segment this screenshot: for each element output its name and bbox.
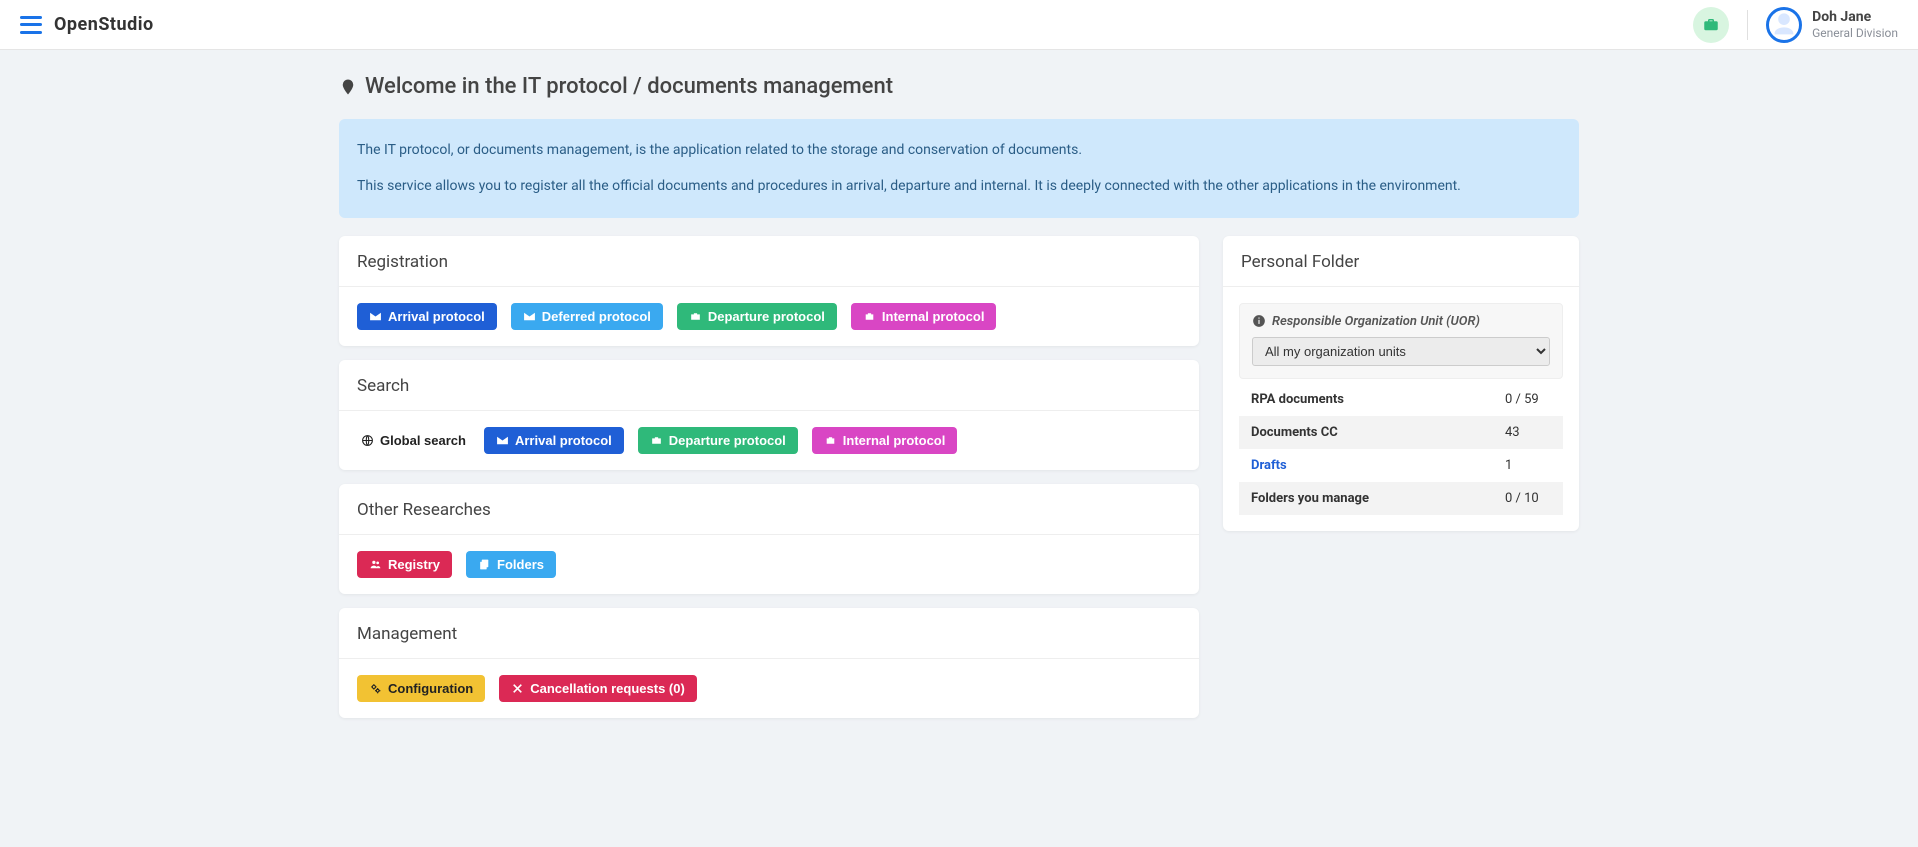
table-row[interactable]: RPA documents 0 / 59 xyxy=(1239,383,1563,416)
users-icon xyxy=(369,558,382,571)
search-arrival-button[interactable]: Arrival protocol xyxy=(484,427,624,454)
registration-deferred-button[interactable]: Deferred protocol xyxy=(511,303,663,330)
info-line-1: The IT protocol, or documents management… xyxy=(357,139,1561,161)
card-personal-folder-body: Responsible Organization Unit (UOR) All … xyxy=(1223,287,1579,531)
registration-internal-button[interactable]: Internal protocol xyxy=(851,303,997,330)
stat-label-link: Drafts xyxy=(1239,449,1493,482)
pin-icon xyxy=(339,76,357,98)
stat-label: Documents CC xyxy=(1239,416,1493,449)
management-cancellation-label: Cancellation requests (0) xyxy=(530,682,685,695)
uor-label: Responsible Organization Unit (UOR) xyxy=(1252,314,1550,329)
module-icon[interactable] xyxy=(1693,7,1729,43)
other-registry-label: Registry xyxy=(388,558,440,571)
page: Welcome in the IT protocol / documents m… xyxy=(339,50,1579,772)
globe-icon xyxy=(361,434,374,447)
search-global-button[interactable]: Global search xyxy=(357,427,470,454)
stat-value: 0 / 59 xyxy=(1493,383,1563,416)
suitcase-icon xyxy=(824,434,837,447)
registration-internal-label: Internal protocol xyxy=(882,310,985,323)
uor-label-text: Responsible Organization Unit (UOR) xyxy=(1272,314,1480,329)
stat-value: 0 / 10 xyxy=(1493,482,1563,515)
columns: Registration Arrival protocol Deferred p… xyxy=(339,236,1579,732)
search-global-label: Global search xyxy=(380,434,466,447)
stat-value: 1 xyxy=(1493,449,1563,482)
table-row[interactable]: Folders you manage 0 / 10 xyxy=(1239,482,1563,515)
card-search: Search Global search Arrival protocol De… xyxy=(339,360,1199,470)
page-title: Welcome in the IT protocol / documents m… xyxy=(339,74,1579,99)
info-banner: The IT protocol, or documents management… xyxy=(339,119,1579,218)
management-configuration-label: Configuration xyxy=(388,682,473,695)
topbar: OpenStudio Doh Jane General Division xyxy=(0,0,1918,50)
table-row[interactable]: Drafts 1 xyxy=(1239,449,1563,482)
card-management-title: Management xyxy=(339,608,1199,659)
card-registration-title: Registration xyxy=(339,236,1199,287)
envelope-icon xyxy=(369,310,382,323)
search-internal-label: Internal protocol xyxy=(843,434,946,447)
card-management: Management Configuration Cancellation re… xyxy=(339,608,1199,718)
topbar-right: Doh Jane General Division xyxy=(1693,7,1898,43)
topbar-left: OpenStudio xyxy=(20,14,154,35)
user-menu[interactable]: Doh Jane General Division xyxy=(1766,7,1898,43)
management-configuration-button[interactable]: Configuration xyxy=(357,675,485,702)
card-registration: Registration Arrival protocol Deferred p… xyxy=(339,236,1199,346)
envelope-icon xyxy=(496,434,509,447)
briefcase-icon xyxy=(689,310,702,323)
stat-value: 43 xyxy=(1493,416,1563,449)
card-registration-body: Arrival protocol Deferred protocol Depar… xyxy=(339,287,1199,346)
other-folders-label: Folders xyxy=(497,558,544,571)
registration-arrival-button[interactable]: Arrival protocol xyxy=(357,303,497,330)
card-other-title: Other Researches xyxy=(339,484,1199,535)
card-management-body: Configuration Cancellation requests (0) xyxy=(339,659,1199,718)
card-search-title: Search xyxy=(339,360,1199,411)
envelope-icon xyxy=(523,310,536,323)
briefcase-icon xyxy=(1702,16,1720,34)
card-other-body: Registry Folders xyxy=(339,535,1199,594)
management-cancellation-button[interactable]: Cancellation requests (0) xyxy=(499,675,697,702)
registration-arrival-label: Arrival protocol xyxy=(388,310,485,323)
search-arrival-label: Arrival protocol xyxy=(515,434,612,447)
search-departure-button[interactable]: Departure protocol xyxy=(638,427,798,454)
table-row[interactable]: Documents CC 43 xyxy=(1239,416,1563,449)
search-internal-button[interactable]: Internal protocol xyxy=(812,427,958,454)
user-name: Doh Jane xyxy=(1812,9,1898,26)
uor-select[interactable]: All my organization units xyxy=(1252,337,1550,366)
card-search-body: Global search Arrival protocol Departure… xyxy=(339,411,1199,470)
registration-departure-label: Departure protocol xyxy=(708,310,825,323)
user-text: Doh Jane General Division xyxy=(1812,9,1898,40)
personal-stats-table: RPA documents 0 / 59 Documents CC 43 Dra… xyxy=(1239,383,1563,515)
card-other: Other Researches Registry Folders xyxy=(339,484,1199,594)
uor-box: Responsible Organization Unit (UOR) All … xyxy=(1239,303,1563,379)
info-icon xyxy=(1252,314,1266,328)
registration-deferred-label: Deferred protocol xyxy=(542,310,651,323)
search-departure-label: Departure protocol xyxy=(669,434,786,447)
stat-label: Folders you manage xyxy=(1239,482,1493,515)
registration-departure-button[interactable]: Departure protocol xyxy=(677,303,837,330)
briefcase-icon xyxy=(650,434,663,447)
other-folders-button[interactable]: Folders xyxy=(466,551,556,578)
stat-label: RPA documents xyxy=(1239,383,1493,416)
page-title-text: Welcome in the IT protocol / documents m… xyxy=(365,74,893,99)
close-icon xyxy=(511,682,524,695)
gears-icon xyxy=(369,682,382,695)
side-column: Personal Folder Responsible Organization… xyxy=(1223,236,1579,545)
copy-icon xyxy=(478,558,491,571)
menu-toggle-button[interactable] xyxy=(20,16,42,34)
user-division: General Division xyxy=(1812,26,1898,40)
card-personal-folder: Personal Folder Responsible Organization… xyxy=(1223,236,1579,531)
other-registry-button[interactable]: Registry xyxy=(357,551,452,578)
suitcase-icon xyxy=(863,310,876,323)
main-column: Registration Arrival protocol Deferred p… xyxy=(339,236,1199,732)
app-logo: OpenStudio xyxy=(54,14,154,35)
info-line-2: This service allows you to register all … xyxy=(357,175,1561,197)
vertical-divider xyxy=(1747,10,1748,40)
card-personal-folder-title: Personal Folder xyxy=(1223,236,1579,287)
avatar xyxy=(1766,7,1802,43)
